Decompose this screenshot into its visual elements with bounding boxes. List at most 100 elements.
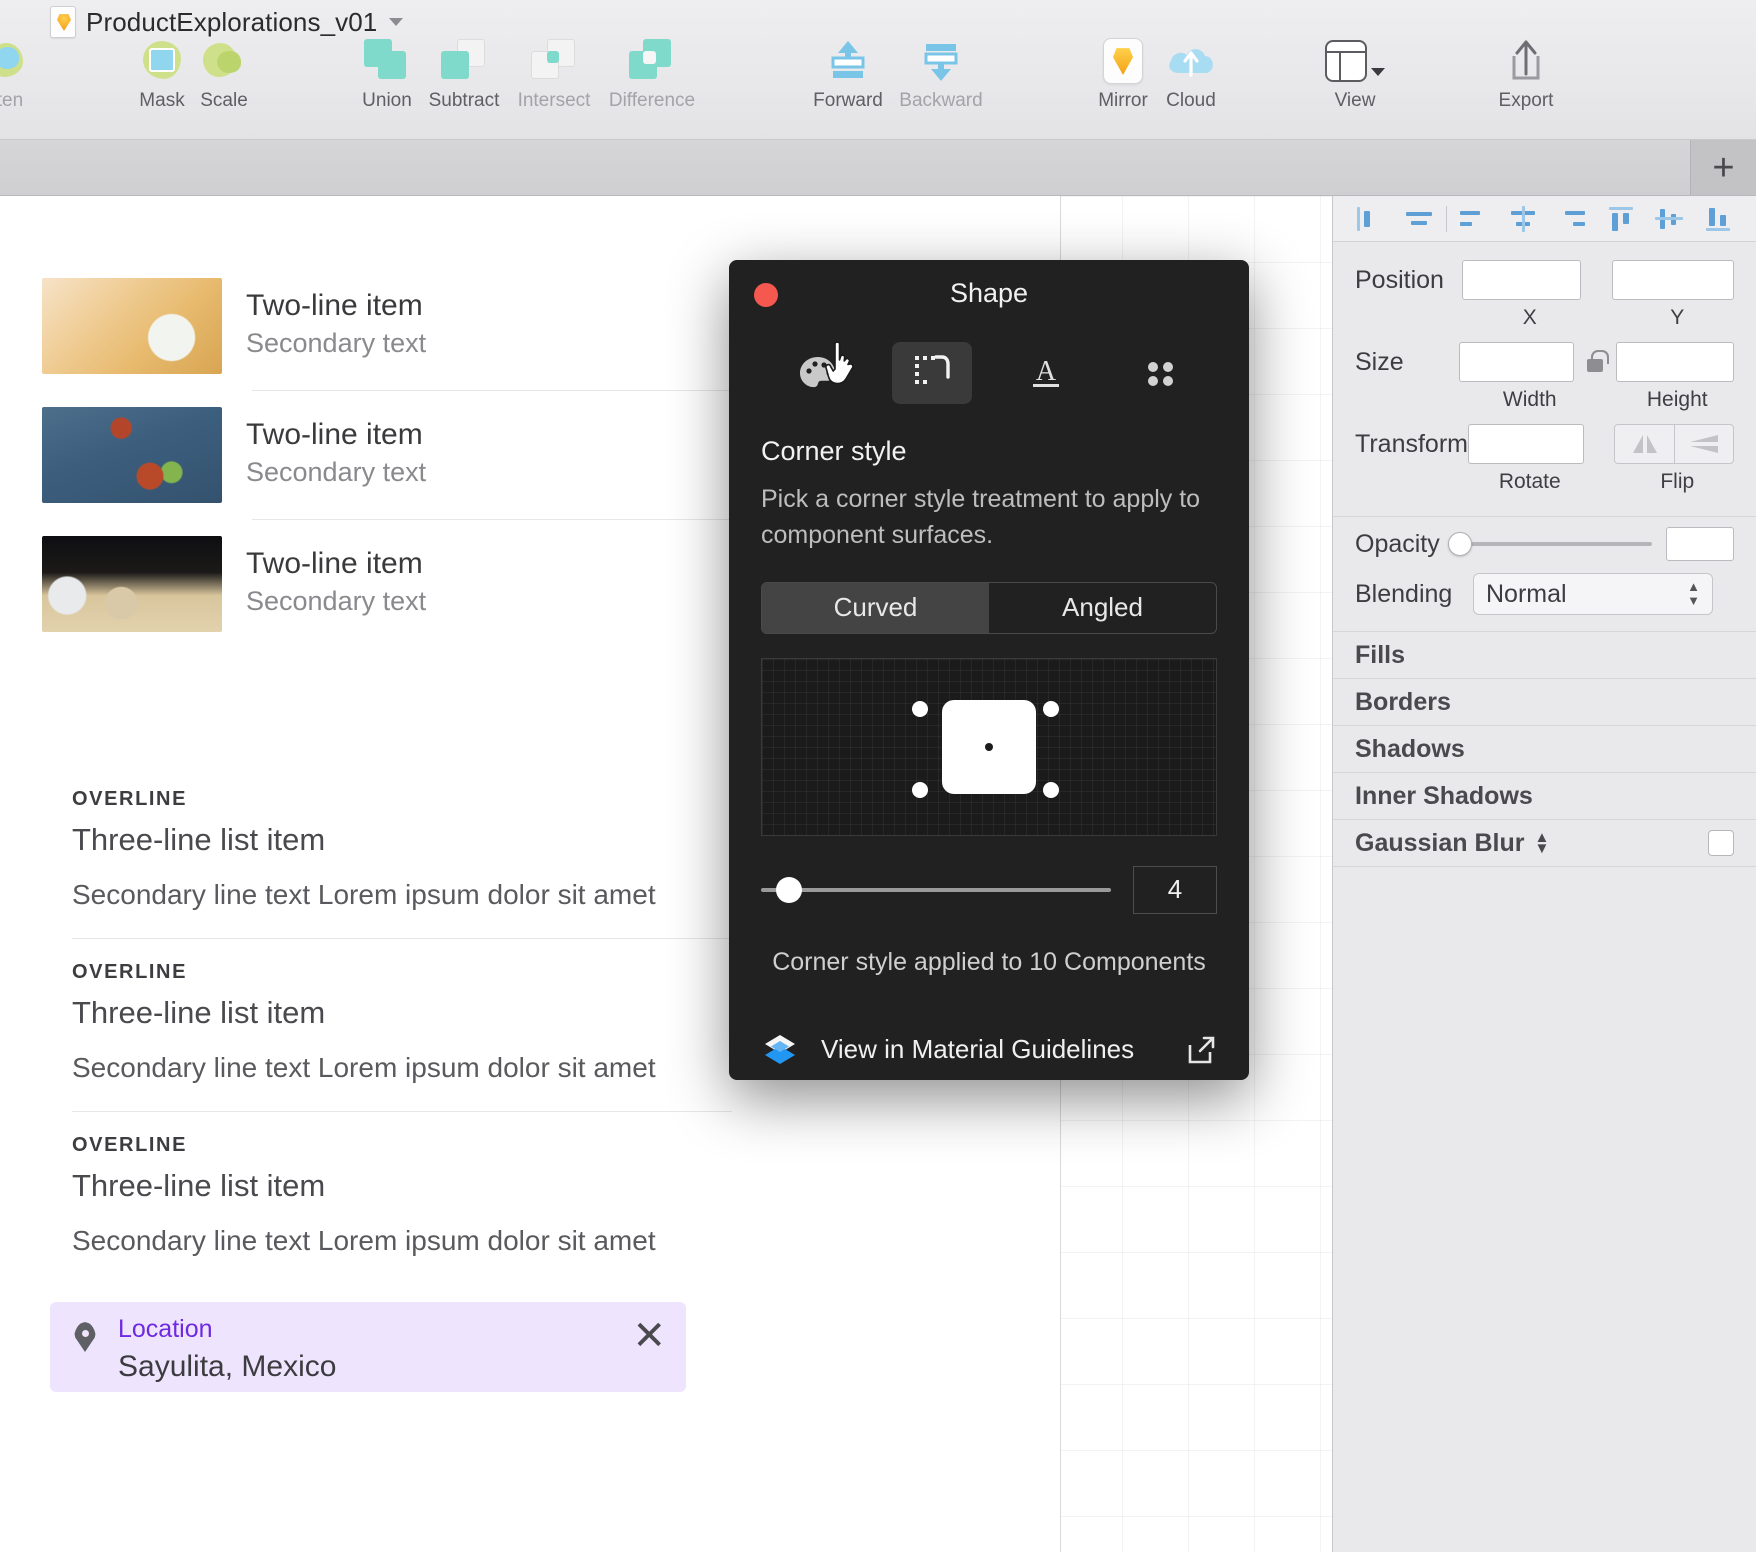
unlocked-padlock-icon[interactable] [1582, 348, 1609, 376]
flip-horizontal-icon[interactable] [1615, 425, 1673, 463]
three-line-list: OVERLINE Three-line list item Secondary … [72, 766, 732, 1283]
section-gaussian-blur[interactable]: Gaussian Blur ▲ ▼ [1333, 819, 1756, 866]
list-item-title: Three-line list item [72, 994, 326, 1030]
external-link-icon[interactable] [1185, 1034, 1217, 1066]
tab-components[interactable] [1120, 342, 1200, 404]
section-fills[interactable]: Fills [1333, 631, 1756, 678]
distribute-left-icon[interactable] [1450, 199, 1499, 239]
size-width-sublabel: Width [1502, 388, 1557, 411]
toolbar-item-backward[interactable]: Backward [893, 36, 989, 112]
svg-text:A: A [1036, 356, 1057, 387]
section-borders[interactable]: Borders [1333, 678, 1756, 725]
opacity-slider[interactable] [1447, 531, 1652, 557]
toolbar-items: ten Mask Scale [0, 36, 1756, 136]
opacity-slider-track [1447, 542, 1652, 546]
document-title-row[interactable]: ProductExplorations_v01 [50, 4, 404, 40]
move-backward-glyph [924, 44, 958, 81]
toolbar-item-scale[interactable]: Scale [176, 36, 272, 112]
align-left-icon[interactable] [1345, 199, 1394, 239]
union-icon [364, 36, 410, 86]
list-item[interactable]: Two-line item Secondary text [42, 520, 742, 648]
position-y-input[interactable] [1611, 260, 1734, 300]
position-x-input[interactable] [1462, 260, 1581, 300]
selection-handle[interactable] [911, 700, 928, 717]
toolbar-item-flatten[interactable]: ten [0, 36, 58, 112]
section-label: Gaussian Blur [1355, 828, 1525, 857]
stepper-up-down-icon[interactable]: ▲ ▼ [1687, 580, 1700, 607]
corner-style-segmented-control[interactable]: Curved Angled [761, 581, 1217, 634]
toolbar-item-label: Difference [608, 90, 696, 111]
toolbar-item-cloud[interactable]: Cloud [1143, 36, 1239, 112]
chevron-down-icon[interactable] [389, 18, 404, 26]
list-item[interactable]: Two-line item Secondary text [42, 391, 742, 519]
toolbar-item-export[interactable]: Export [1478, 36, 1574, 112]
toolbar-item-label: View [1334, 90, 1376, 111]
opacity-slider-knob[interactable] [1447, 532, 1472, 556]
section-label: Inner Shadows [1355, 781, 1533, 810]
toolbar-item-difference[interactable]: Difference [604, 36, 700, 112]
intersect-icon [531, 36, 577, 86]
align-middle-icon[interactable] [1646, 199, 1695, 239]
tab-typography[interactable]: A [1006, 342, 1086, 404]
toolbar-item-label: Scale [200, 90, 248, 111]
view-in-material-guidelines-link[interactable]: View in Material Guidelines [761, 1033, 1217, 1067]
position-x-sublabel: X [1522, 306, 1537, 329]
section-label: Fills [1355, 640, 1406, 669]
location-card[interactable]: Location Sayulita, Mexico ✕ [50, 1302, 686, 1392]
size-width-input[interactable] [1458, 342, 1574, 382]
list-item[interactable]: OVERLINE Three-line list item Secondary … [72, 939, 732, 1111]
transform-rotate-input[interactable] [1467, 424, 1585, 464]
list-item[interactable]: OVERLINE Three-line list item Secondary … [72, 1112, 732, 1284]
geometry-section: Position X Y Size Width Height Transform [1333, 242, 1756, 514]
tab-strip: + [0, 140, 1756, 196]
align-toolbar [1333, 196, 1756, 242]
list-item-title: Three-line list item [72, 822, 326, 857]
list-item-secondary: Secondary text [246, 586, 427, 617]
align-center-horizontal-icon[interactable] [1394, 199, 1443, 239]
corner-radius-slider-knob[interactable] [776, 876, 802, 903]
align-bottom-icon[interactable] [1695, 199, 1744, 239]
size-label: Size [1355, 347, 1404, 376]
opacity-row: Opacity [1333, 517, 1756, 561]
distribute-center-icon[interactable] [1499, 199, 1548, 239]
toolbar-item-forward[interactable]: Forward [800, 36, 896, 112]
list-item-thumbnail [42, 278, 222, 374]
selection-handle[interactable] [911, 781, 928, 798]
dialog-section-title: Corner style [761, 436, 907, 466]
toolbar-item-label: Mirror [1098, 90, 1148, 111]
tab-corner-style[interactable] [892, 342, 972, 404]
flip-button-group[interactable] [1614, 424, 1734, 464]
align-top-icon[interactable] [1597, 199, 1646, 239]
typography-icon: A [1033, 356, 1059, 387]
list-item-secondary: Secondary line text Lorem ipsum dolor si… [72, 879, 656, 911]
dialog-section-description: Pick a corner style treatment to apply t… [761, 485, 1201, 550]
opacity-input[interactable] [1666, 527, 1734, 561]
blending-label: Blending [1355, 579, 1453, 608]
sketch-document-icon [50, 6, 76, 38]
stepper-up-down-icon[interactable]: ▲ ▼ [1535, 830, 1550, 857]
size-height-input[interactable] [1615, 342, 1734, 382]
section-shadows[interactable]: Shadows [1333, 725, 1756, 772]
close-icon[interactable]: ✕ [632, 1316, 666, 1356]
corner-radius-slider[interactable] [761, 876, 1111, 904]
segment-angled[interactable]: Angled [989, 583, 1216, 633]
corner-radius-input[interactable]: 4 [1133, 865, 1217, 914]
corner-radius-slider-track [761, 887, 1111, 892]
distribute-right-icon[interactable] [1548, 199, 1597, 239]
transform-label: Transform [1355, 429, 1468, 458]
cloud-upload-glyph [1169, 49, 1213, 77]
new-tab-button[interactable]: + [1690, 140, 1756, 195]
shape-dialog[interactable]: Shape A Corner style Pick a corner style… [729, 260, 1249, 1080]
segment-curved[interactable]: Curved [762, 582, 989, 633]
blending-select[interactable]: Normal ▲ ▼ [1473, 573, 1713, 615]
gaussian-blur-checkbox[interactable] [1708, 830, 1734, 856]
toolbar-item-subtract[interactable]: Subtract [416, 36, 512, 112]
flip-vertical-icon[interactable] [1675, 425, 1733, 463]
toolbar-item-view[interactable]: View [1307, 36, 1403, 112]
list-item[interactable]: OVERLINE Three-line list item Secondary … [72, 766, 732, 938]
section-inner-shadows[interactable]: Inner Shadows [1333, 772, 1756, 819]
list-item-title: Two-line item [246, 417, 423, 451]
toolbar-item-intersect[interactable]: Intersect [506, 36, 602, 112]
material-guidelines-label: View in Material Guidelines [821, 1034, 1135, 1064]
list-item[interactable]: Two-line item Secondary text [42, 262, 742, 390]
